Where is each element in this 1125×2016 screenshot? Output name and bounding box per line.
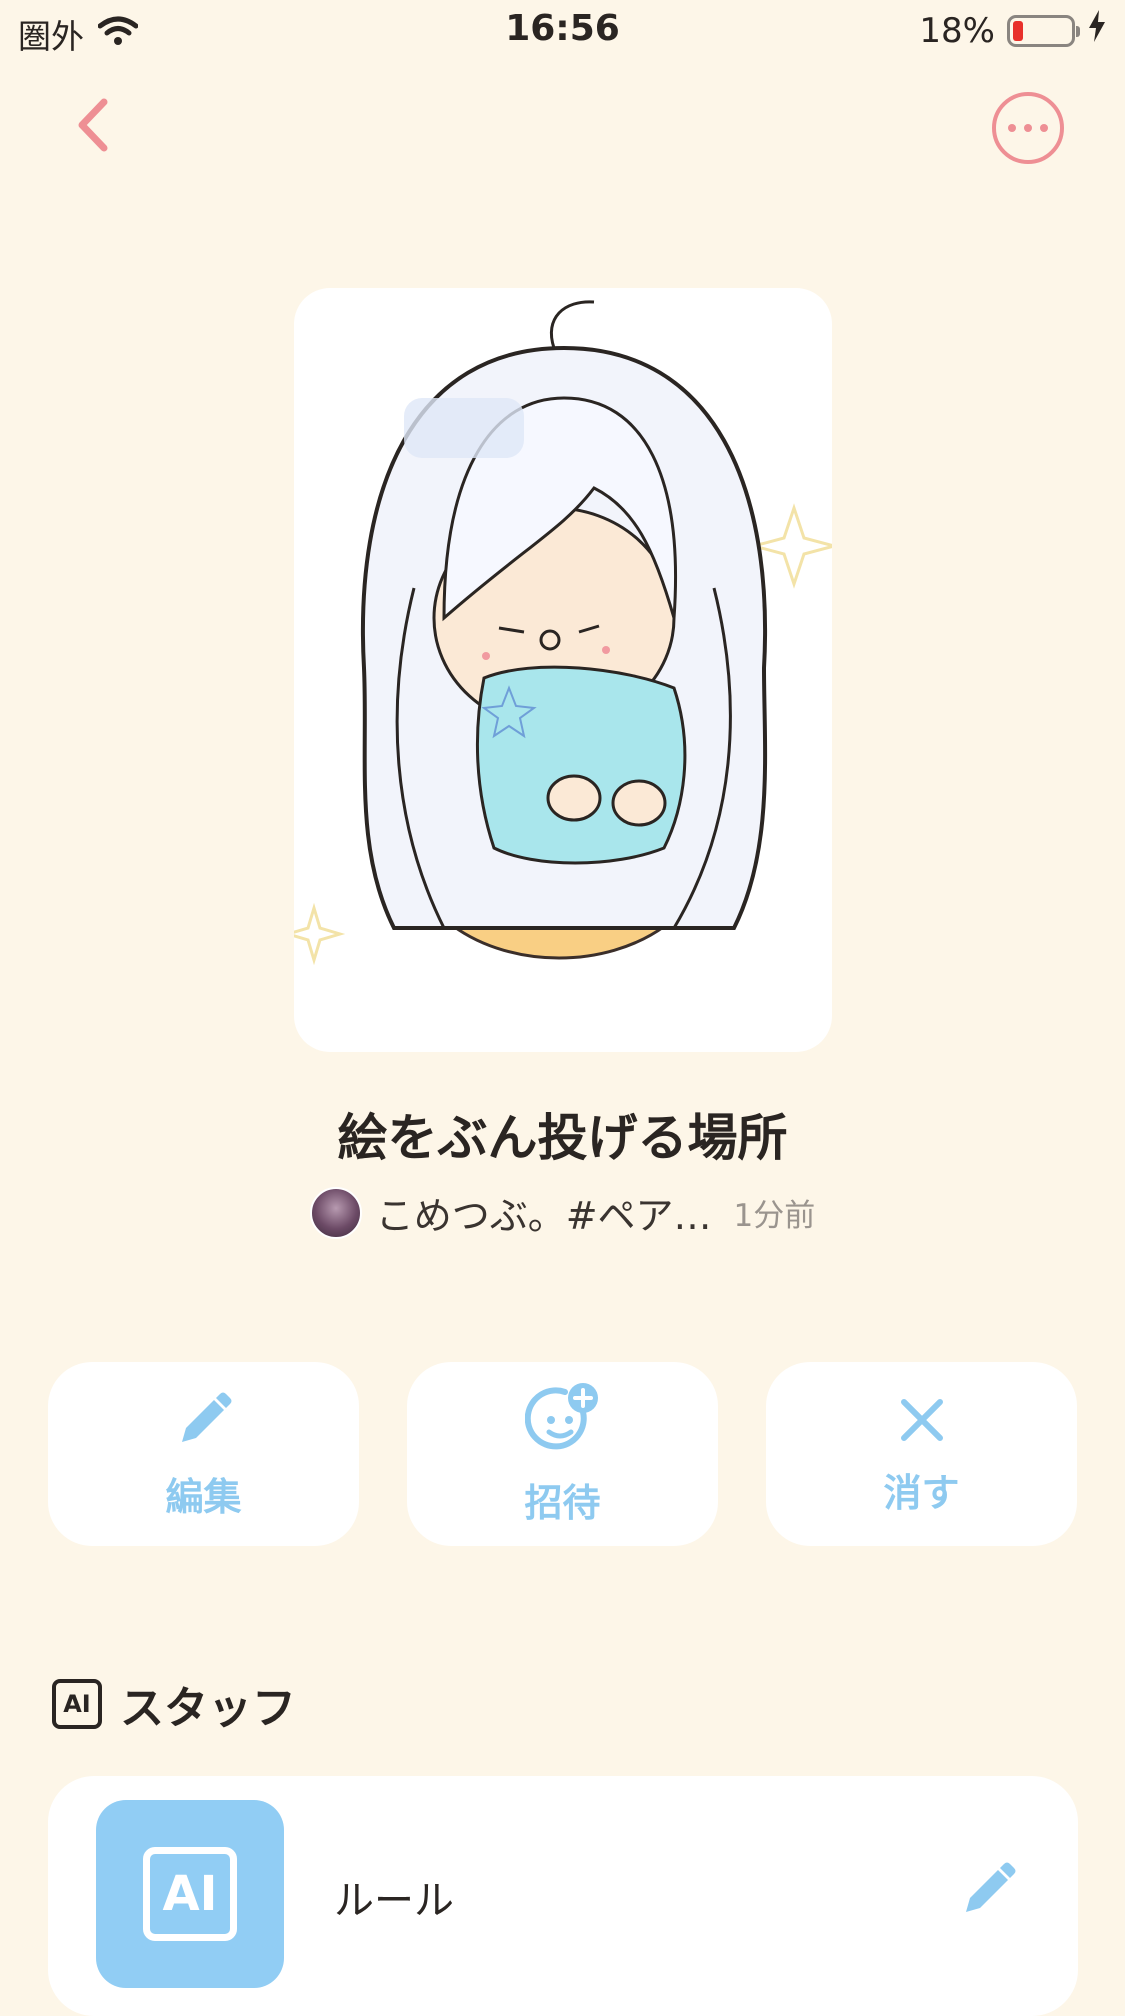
charging-icon xyxy=(1087,10,1107,51)
staff-section-title: スタッフ xyxy=(120,1683,296,1734)
action-row: 編集 招待 消す xyxy=(48,1362,1078,1546)
staff-edit-button[interactable] xyxy=(956,1858,1020,1926)
battery-level xyxy=(1013,20,1024,41)
room-meta: こめつぶ。#ペア… 1分前 xyxy=(0,1185,1125,1240)
invite-button[interactable]: 招待 xyxy=(407,1362,718,1546)
status-bar: 圏外 16:56 18% xyxy=(0,0,1125,62)
delete-button[interactable]: 消す xyxy=(766,1362,1077,1546)
room-title: 絵をぶん投げる場所 xyxy=(337,1109,788,1167)
illustration xyxy=(294,300,832,966)
more-horizontal-icon xyxy=(1008,124,1016,132)
staff-item-name: ルール xyxy=(334,1878,454,1924)
battery-percent: 18% xyxy=(919,10,995,51)
battery-icon xyxy=(1007,14,1080,47)
chevron-left-icon xyxy=(78,98,108,152)
pencil-icon xyxy=(966,1862,1016,1912)
avatar[interactable] xyxy=(309,1186,362,1239)
back-button[interactable] xyxy=(62,92,128,158)
status-right: 18% xyxy=(919,10,1107,51)
more-button[interactable] xyxy=(992,92,1064,164)
nav-bar xyxy=(0,80,1125,170)
invite-label: 招待 xyxy=(524,1480,601,1525)
edit-button[interactable]: 編集 xyxy=(48,1362,359,1546)
ai-icon-label: AI xyxy=(143,1847,237,1941)
author-name[interactable]: こめつぶ。#ペア… xyxy=(376,1185,712,1240)
room-cover-image xyxy=(294,288,832,1052)
ai-badge-icon: AI xyxy=(52,1679,102,1729)
pencil-icon xyxy=(172,1388,236,1452)
ai-icon: AI xyxy=(96,1800,284,1988)
delete-label: 消す xyxy=(883,1470,960,1515)
invite-smiley-icon xyxy=(524,1382,601,1458)
edit-label: 編集 xyxy=(165,1474,242,1519)
close-icon xyxy=(894,1392,950,1448)
posted-time: 1分前 xyxy=(733,1198,816,1234)
staff-item-rule[interactable]: AI ルール xyxy=(48,1776,1078,2016)
staff-section-header: AI スタッフ xyxy=(52,1672,296,1736)
